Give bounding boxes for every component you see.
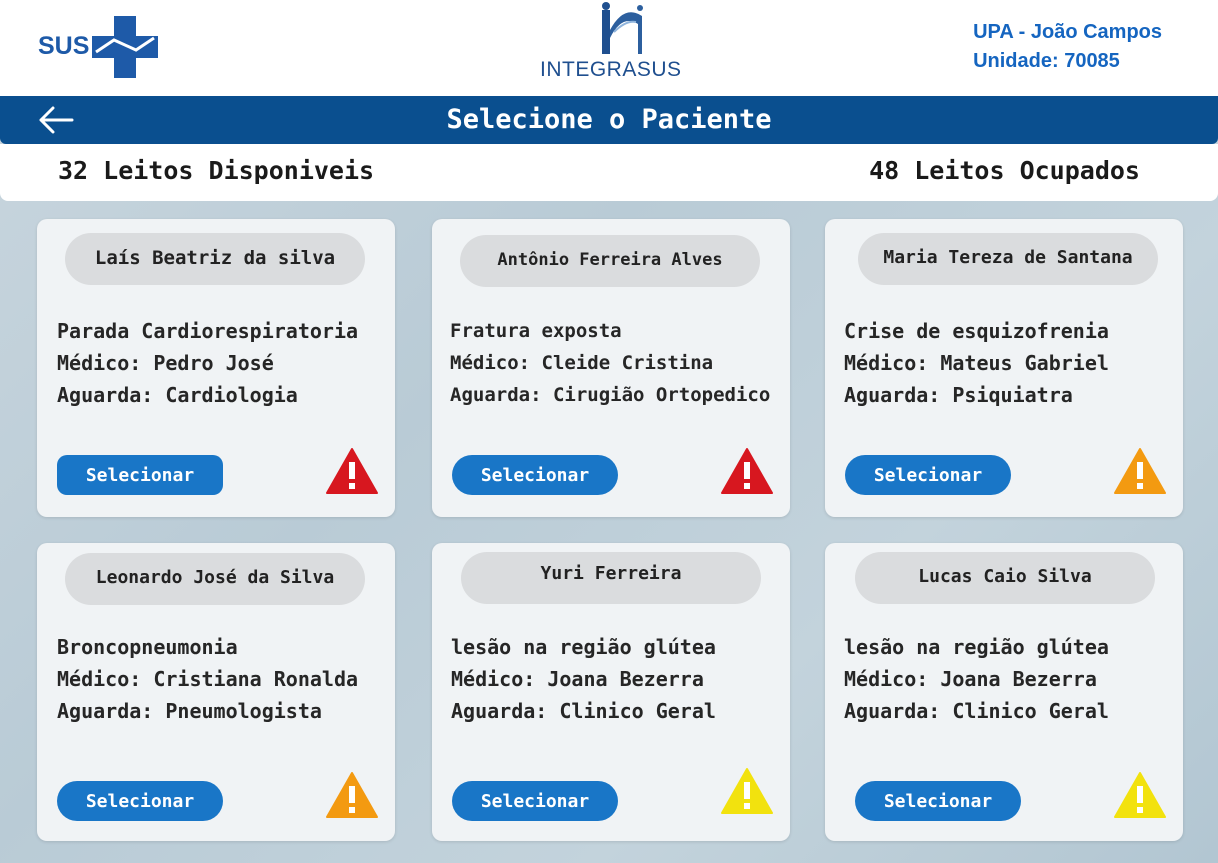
- patient-doctor: Médico: Cristiana Ronalda: [57, 667, 359, 691]
- patient-name: Maria Tereza de Santana: [858, 233, 1158, 285]
- warning-icon: [1114, 448, 1166, 494]
- arrow-left-icon: [39, 106, 74, 134]
- integrasus-logo-text: INTEGRASUS: [540, 58, 682, 81]
- warning-icon: [1114, 772, 1166, 818]
- top-header: SUS INTEGRASUS UPA - João Campos Unidade…: [0, 0, 1218, 96]
- sus-cross-icon: [92, 16, 158, 78]
- patient-doctor: Médico: Mateus Gabriel: [844, 351, 1109, 375]
- patient-awaiting: Aguarda: Cirugião Ortopedico: [450, 384, 771, 406]
- integrasus-emblem-icon: [602, 2, 643, 55]
- patient-condition: Broncopneumonia: [57, 635, 238, 659]
- patient-name: Lucas Caio Silva: [855, 552, 1155, 604]
- warning-icon: [721, 768, 773, 814]
- patient-awaiting: Aguarda: Cardiologia: [57, 383, 298, 407]
- select-patient-button[interactable]: Selecionar: [57, 781, 223, 821]
- patient-info: Broncopneumonia Médico: Cristiana Ronald…: [57, 631, 358, 727]
- unit-info: UPA - João Campos Unidade: 70085: [973, 18, 1162, 76]
- patient-info: lesão na região glútea Médico: Joana Bez…: [451, 631, 716, 727]
- unit-name: UPA - João Campos: [973, 21, 1162, 43]
- patient-info: Parada Cardiorespiratoria Médico: Pedro …: [57, 315, 358, 411]
- beds-stats-bar: 32 Leitos Disponiveis 48 Leitos Ocupados: [0, 144, 1218, 201]
- patient-awaiting: Aguarda: Pneumologista: [57, 699, 322, 723]
- patient-doctor: Médico: Pedro José: [57, 351, 274, 375]
- patient-awaiting: Aguarda: Clinico Geral: [451, 699, 716, 723]
- unit-code: Unidade: 70085: [973, 50, 1120, 72]
- patient-info: Crise de esquizofrenia Médico: Mateus Ga…: [844, 315, 1109, 411]
- patient-name: Laís Beatriz da silva: [65, 233, 365, 285]
- patient-condition: Fratura exposta: [450, 320, 622, 342]
- warning-icon: [326, 448, 378, 494]
- patient-doctor: Médico: Cleide Cristina: [450, 352, 714, 374]
- sus-logo: SUS: [38, 14, 158, 78]
- patient-condition: lesão na região glútea: [451, 635, 716, 659]
- patient-info: lesão na região glútea Médico: Joana Bez…: [844, 631, 1109, 727]
- back-button[interactable]: [36, 104, 76, 136]
- occupied-beds-count: 48 Leitos Ocupados: [869, 156, 1140, 185]
- integrasus-logo: INTEGRASUS: [540, 0, 682, 92]
- patient-card: Antônio Ferreira Alves Fratura exposta M…: [432, 219, 790, 517]
- title-bar: Selecione o Paciente: [0, 96, 1218, 144]
- select-patient-button[interactable]: Selecionar: [855, 781, 1021, 821]
- patient-doctor: Médico: Joana Bezerra: [451, 667, 704, 691]
- patient-awaiting: Aguarda: Psiquiatra: [844, 383, 1073, 407]
- patient-card: Laís Beatriz da silva Parada Cardiorespi…: [37, 219, 395, 517]
- patient-info: Fratura exposta Médico: Cleide Cristina …: [450, 315, 770, 411]
- select-patient-button[interactable]: Selecionar: [452, 781, 618, 821]
- patient-name: Leonardo José da Silva: [65, 553, 365, 605]
- patient-name: Yuri Ferreira: [461, 552, 761, 604]
- sus-logo-text: SUS: [38, 32, 90, 60]
- warning-icon: [326, 772, 378, 818]
- warning-icon: [721, 448, 773, 494]
- select-patient-button[interactable]: Selecionar: [452, 455, 618, 495]
- patient-card: Maria Tereza de Santana Crise de esquizo…: [825, 219, 1183, 517]
- select-patient-button[interactable]: Selecionar: [845, 455, 1011, 495]
- patient-name: Antônio Ferreira Alves: [460, 235, 760, 287]
- patient-awaiting: Aguarda: Clinico Geral: [844, 699, 1109, 723]
- patient-card: Yuri Ferreira lesão na região glútea Méd…: [432, 543, 790, 841]
- patient-doctor: Médico: Joana Bezerra: [844, 667, 1097, 691]
- page-title: Selecione o Paciente: [446, 104, 772, 135]
- patient-card: Lucas Caio Silva lesão na região glútea …: [825, 543, 1183, 841]
- select-patient-button[interactable]: Selecionar: [57, 455, 223, 495]
- patient-condition: Parada Cardiorespiratoria: [57, 319, 359, 343]
- patient-card: Leonardo José da Silva Broncopneumonia M…: [37, 543, 395, 841]
- patient-condition: lesão na região glútea: [844, 635, 1109, 659]
- available-beds-count: 32 Leitos Disponiveis: [58, 156, 375, 185]
- patient-condition: Crise de esquizofrenia: [844, 319, 1109, 343]
